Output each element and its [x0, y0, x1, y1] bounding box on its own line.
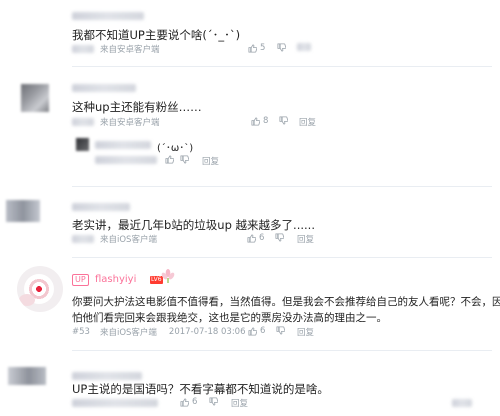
right-obscured: [452, 399, 472, 407]
username-obscured: [72, 12, 144, 20]
reply-like-button[interactable]: [165, 155, 174, 164]
like-button[interactable]: 6: [180, 397, 197, 407]
avatar: [8, 367, 46, 385]
client-source: 来自iOS客户端: [100, 235, 157, 245]
client-source: 来自安卓客户端: [100, 118, 160, 128]
reply-button[interactable]: 回复: [297, 233, 314, 245]
thumbs-up-icon: [180, 397, 189, 407]
like-button[interactable]: 8: [251, 116, 268, 126]
reply-button[interactable]: 回复: [231, 397, 248, 409]
username-obscured: [72, 203, 130, 211]
divider: [72, 350, 492, 351]
reply-label: 回复: [297, 328, 315, 338]
reply-dislike-button[interactable]: [180, 155, 189, 164]
avatar: [6, 200, 40, 222]
thumbs-up-icon: [247, 233, 256, 243]
up-badge: UP: [72, 274, 89, 286]
timestamp-obscured: [72, 118, 94, 126]
comment-meta: 来自安卓客户端: [72, 116, 160, 128]
username[interactable]: flashyiyi: [95, 274, 136, 285]
timestamp: 2017-07-18 03:06: [168, 327, 246, 337]
reply-meta-obscured: [95, 156, 157, 164]
floor-number: #53: [72, 327, 90, 337]
comment-text-line-2: 怕他们看完回来会跟我绝交，这也是它的票房没办法高的理由之一。: [72, 312, 387, 324]
thumbs-up-icon: [165, 155, 174, 164]
comment-text: 我都不知道UP主要说个啥(´･_･`): [72, 28, 241, 42]
username-obscured: [72, 372, 142, 380]
like-button[interactable]: 6: [247, 233, 264, 243]
meta-obscured: [72, 399, 158, 407]
thumbs-down-icon: [275, 233, 284, 242]
dislike-button[interactable]: [209, 397, 218, 406]
like-count: 8: [263, 116, 269, 126]
divider: [72, 186, 492, 187]
avatar: [21, 84, 49, 112]
thumbs-down-icon: [279, 116, 288, 125]
reply-username-obscured: [95, 141, 151, 149]
thumbs-up-icon: [251, 116, 260, 126]
reply-label: 回复: [202, 157, 220, 167]
reply-button[interactable]: 回复: [297, 326, 314, 338]
like-button[interactable]: 5: [248, 43, 265, 53]
comment-meta: #53 来自iOS客户端 2017-07-18 03:06: [72, 326, 246, 338]
thumbs-down-icon: [180, 155, 189, 164]
comment-text: 这种up主还能有粉丝……: [72, 100, 202, 114]
thumbs-down-icon: [209, 397, 218, 406]
timestamp-obscured: [72, 235, 94, 243]
like-button[interactable]: 6: [248, 326, 265, 336]
thumbs-down-icon: [277, 43, 286, 52]
like-count: 6: [192, 397, 198, 407]
reply-avatar: [76, 138, 89, 151]
reply-button[interactable]: 回复: [299, 116, 316, 128]
like-count: 5: [260, 43, 266, 53]
dislike-button[interactable]: [276, 326, 285, 335]
reply-button[interactable]: [297, 43, 311, 51]
comment-meta: 来自安卓客户端: [72, 43, 160, 55]
timestamp-obscured: [72, 45, 94, 53]
client-source: 来自安卓客户端: [100, 45, 160, 55]
reply-label: 回复: [231, 399, 249, 409]
reply-obscured: [297, 43, 311, 51]
reply-label: 回复: [299, 118, 317, 128]
flower-badge-icon: [161, 269, 175, 283]
dislike-button[interactable]: [279, 116, 288, 125]
reply-text: (´･ω･`): [157, 143, 194, 154]
username-obscured: [72, 84, 136, 92]
comment-text-line-1: 你要问大护法这电影值不值得看，当然值得。但是我会不会推荐给自己的友人看呢？不会，…: [72, 296, 500, 308]
like-count: 6: [260, 326, 266, 336]
comment-text: 老实讲，最近几年b站的垃圾up 越来越多了......: [72, 218, 315, 232]
dislike-button[interactable]: [275, 233, 284, 242]
comment-text: UP主说的是国语吗？不看字幕都不知道说的是啥。: [72, 382, 329, 396]
like-count: 6: [259, 233, 265, 243]
reply-reply-button[interactable]: 回复: [202, 155, 219, 167]
thumbs-down-icon: [276, 326, 285, 335]
client-source: 来自iOS客户端: [99, 328, 157, 338]
reply-label: 回复: [297, 235, 315, 245]
avatar: [17, 266, 63, 312]
comment-meta: 来自iOS客户端: [72, 233, 157, 245]
divider: [72, 66, 492, 67]
divider: [72, 257, 492, 258]
thumbs-up-icon: [248, 43, 257, 53]
thumbs-up-icon: [248, 326, 257, 336]
dislike-button[interactable]: [277, 43, 286, 52]
